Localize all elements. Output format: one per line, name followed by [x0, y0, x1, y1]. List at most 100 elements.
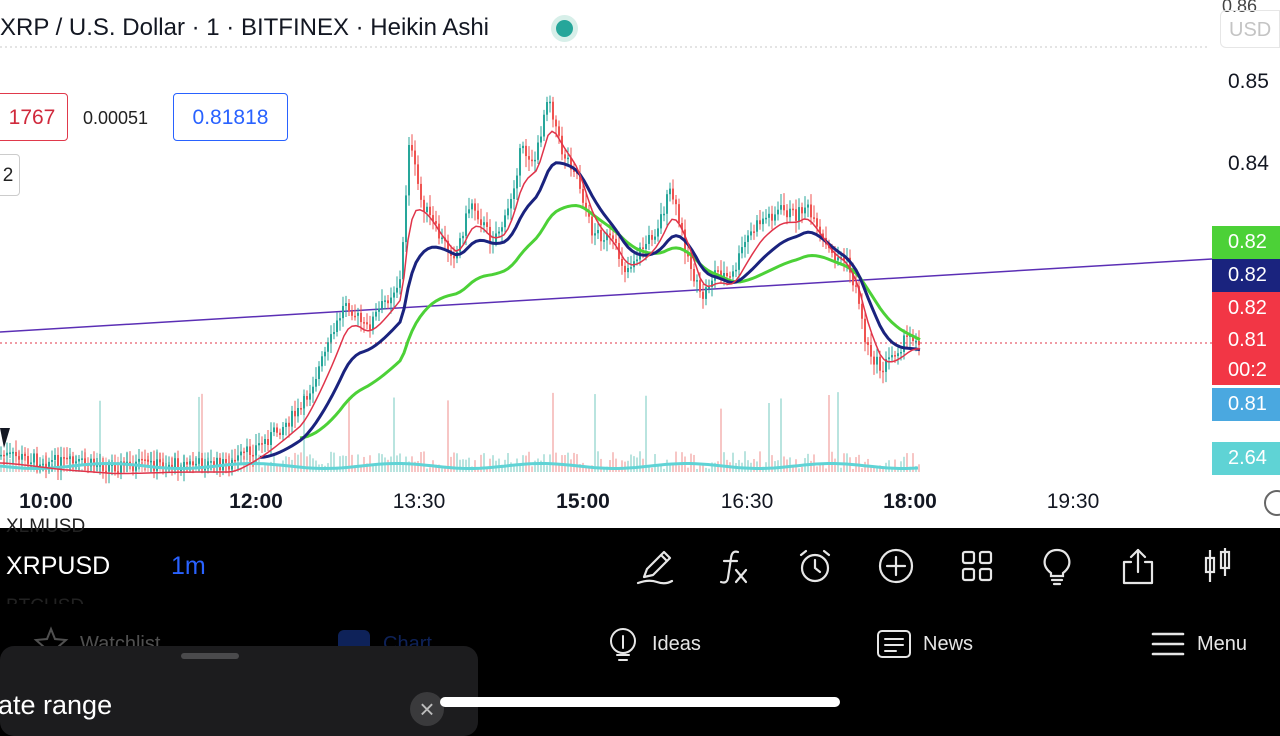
volume-bar [507, 453, 509, 472]
tab-menu[interactable]: Menu [1150, 626, 1270, 662]
sell-button[interactable]: 1767 [0, 93, 68, 141]
buy-button[interactable]: 0.81818 [173, 93, 288, 141]
candle-body [9, 452, 11, 454]
candle-body [789, 208, 791, 218]
volume-bar [426, 468, 428, 472]
volume-bar [627, 460, 629, 472]
candle-body [537, 142, 539, 160]
volume-bar [261, 467, 263, 472]
bar-countdown: 00:2 [1212, 355, 1280, 385]
candle-body [669, 188, 671, 195]
candle-body [864, 318, 866, 343]
sheet-drag-handle[interactable] [181, 653, 239, 659]
candle-body [420, 183, 422, 200]
share-icon[interactable] [1118, 546, 1158, 586]
tab-news[interactable]: News [876, 626, 996, 662]
volume-bar [537, 458, 539, 472]
layout-grid-icon[interactable] [957, 546, 997, 586]
volume-bar [531, 466, 533, 472]
candle-body [645, 243, 647, 249]
volume-bar [420, 452, 422, 472]
add-plus-icon[interactable] [876, 546, 916, 586]
volume-bar [831, 451, 833, 472]
candle-body [528, 156, 530, 160]
candle-body [612, 235, 614, 239]
ideas-bulb-icon[interactable] [1037, 546, 1077, 586]
volume-bar [696, 468, 698, 472]
candle-body [600, 229, 602, 242]
candle-body [192, 461, 194, 466]
drawing-pen-icon[interactable] [635, 546, 675, 586]
candle-body [477, 210, 479, 220]
volume-bar [780, 398, 782, 472]
candle-body [507, 208, 509, 216]
candle-body [102, 465, 104, 471]
candle-body [396, 287, 398, 293]
symbol-selector[interactable]: XRPUSD [6, 552, 110, 581]
candle-body [327, 342, 329, 352]
volume-bar [633, 456, 635, 472]
close-icon[interactable]: × [410, 692, 444, 726]
candle-body [24, 453, 26, 456]
candle-body [465, 213, 467, 236]
chart-area[interactable]: XRP / U.S. Dollar · 1 · BITFINEX · Heiki… [0, 0, 1280, 528]
volume-bar [858, 454, 860, 472]
candle-body [870, 344, 872, 357]
candle-body [882, 370, 884, 373]
time-axis-label: 10:00 [19, 490, 73, 513]
candle-body [429, 206, 431, 216]
hamburger-menu-icon [1151, 632, 1185, 656]
candle-body [651, 234, 653, 240]
candle-body [72, 456, 74, 464]
volume-bar [639, 451, 641, 472]
candle-body [717, 270, 719, 272]
volume-bar [417, 460, 419, 472]
candle-body [504, 215, 506, 228]
volume-bar [360, 467, 362, 472]
candle-body [900, 351, 902, 354]
volume-bar [294, 452, 296, 472]
indicators-fx-icon[interactable] [714, 546, 754, 586]
candle-body [384, 300, 386, 302]
currency-button[interactable]: USD [1220, 10, 1280, 48]
interval-selector[interactable]: 1m [171, 552, 206, 581]
home-indicator[interactable] [440, 697, 840, 707]
chart-type-candles-icon[interactable] [1198, 546, 1238, 586]
alert-clock-icon[interactable] [795, 546, 835, 586]
volume-bar [810, 460, 812, 472]
candle-body [33, 453, 35, 463]
candle-body [636, 259, 638, 262]
candle-body [348, 303, 350, 312]
volume-bar [720, 408, 722, 472]
volume-bar [801, 466, 803, 472]
spread-value: 0.00051 [83, 108, 149, 128]
candle-body [186, 461, 188, 465]
candle-body [771, 213, 773, 221]
candle-body [549, 101, 551, 104]
volume-bar [459, 459, 461, 472]
tab-ideas[interactable]: Ideas [605, 626, 725, 662]
volume-bar [708, 468, 710, 472]
candle-body [558, 126, 560, 136]
time-axis-label: 13:30 [392, 490, 446, 513]
candle-body [51, 460, 53, 462]
tab-label: News [923, 633, 974, 655]
volume-bar [870, 467, 872, 472]
candle-body [408, 144, 410, 196]
volume-bar [900, 461, 902, 472]
candle-body [156, 459, 158, 471]
candle-body [66, 457, 68, 460]
candle-body [699, 280, 701, 292]
candle-body [810, 204, 812, 218]
quantity-field[interactable]: 2 [0, 154, 20, 196]
candle-body [792, 208, 794, 211]
candle-body [282, 426, 284, 435]
candle-body [189, 461, 191, 465]
candle-body [141, 458, 143, 461]
candle-body [108, 465, 110, 472]
volume-bar [429, 467, 431, 472]
chart-canvas[interactable] [0, 0, 1280, 528]
candle-body [888, 357, 890, 360]
candle-body [240, 451, 242, 456]
candle-body [513, 188, 515, 200]
